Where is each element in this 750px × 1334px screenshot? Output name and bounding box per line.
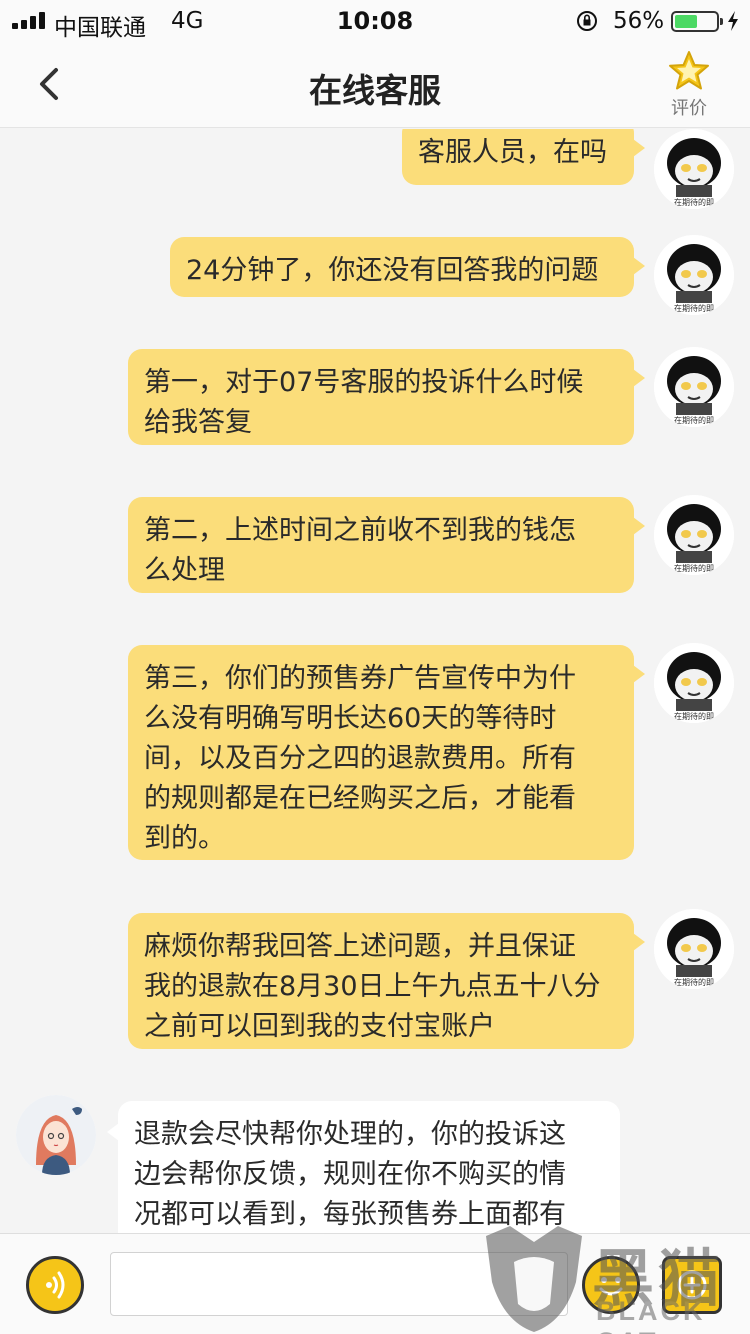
message-line: 间，以及百分之四的退款费用。所有 <box>144 743 576 774</box>
battery-percent: 56% <box>613 8 665 34</box>
avatar[interactable]: 在期待的即 <box>654 495 734 575</box>
message-line: 到的。 <box>144 823 225 854</box>
meme-face-icon: 在期待的即 <box>654 129 734 209</box>
message-bubble[interactable]: 24分钟了，你还没有回答我的问题 <box>170 237 645 297</box>
charging-icon <box>728 11 738 31</box>
message-line: 边会帮你反馈，规则在你不购买的情 <box>134 1159 566 1190</box>
meme-face-icon: 在期待的即 <box>654 643 734 723</box>
message-bubble[interactable]: 退款会尽快帮你处理的，你的投诉这 边会帮你反馈，规则在你不购买的情 况都可以看到… <box>107 1101 620 1233</box>
chat-area[interactable]: 客服人员，在吗 在期待的即 24分钟了，你还没有回答我的问题 在期待的即 第一，… <box>0 129 750 1233</box>
message-bubble[interactable]: 麻烦你帮我回答上述问题，并且保证 我的退款在8月30日上午九点五十八分 之前可以… <box>128 913 645 1049</box>
message-bubble[interactable]: 第一，对于07号客服的投诉什么时候 给我答复 <box>128 349 645 445</box>
avatar[interactable]: 在期待的即 <box>654 235 734 315</box>
message-line: 么处理 <box>144 555 225 586</box>
message-text: 客服人员，在吗 <box>418 137 607 168</box>
more-button[interactable] <box>662 1256 722 1314</box>
avatar[interactable]: 在期待的即 <box>654 909 734 989</box>
avatar-caption: 在期待的即 <box>674 197 714 207</box>
status-bar: 中国联通 4G 10:08 56% <box>0 0 750 42</box>
input-bar <box>0 1233 750 1334</box>
message-line: 第二，上述时间之前收不到我的钱怎 <box>144 515 576 546</box>
message-line: 退款会尽快帮你处理的，你的投诉这 <box>134 1119 566 1150</box>
avatar[interactable]: 在期待的即 <box>654 129 734 209</box>
message-line: 我的退款在8月30日上午九点五十八分 <box>144 971 601 1002</box>
avatar-caption: 在期待的即 <box>674 563 714 573</box>
rate-label: 评价 <box>671 98 707 119</box>
meme-face-icon: 在期待的即 <box>654 495 734 575</box>
avatar[interactable]: 在期待的即 <box>654 643 734 723</box>
meme-face-icon: 在期待的即 <box>654 347 734 427</box>
agent-avatar[interactable] <box>16 1095 96 1175</box>
smiley-icon <box>599 1277 623 1296</box>
message-line: 况都可以看到，每张预售券上面都有 <box>134 1199 566 1230</box>
message-line: 的规则都是在已经购买之后，才能看 <box>144 783 576 814</box>
avatar[interactable]: 在期待的即 <box>654 347 734 427</box>
message-text: 24分钟了，你还没有回答我的问题 <box>186 255 599 286</box>
plus-icon <box>677 1270 707 1300</box>
battery-icon <box>671 11 723 32</box>
orientation-lock-icon <box>577 11 597 31</box>
message-bubble[interactable]: 第二，上述时间之前收不到我的钱怎 么处理 <box>128 497 645 593</box>
avatar-caption: 在期待的即 <box>674 303 714 313</box>
star-icon <box>669 51 709 90</box>
message-input[interactable] <box>110 1252 568 1316</box>
message-bubble[interactable]: 第三，你们的预售券广告宣传中为什 么没有明确写明长达60天的等待时 间，以及百分… <box>128 645 645 860</box>
avatar-caption: 在期待的即 <box>674 977 714 987</box>
message-line: 么没有明确写明长达60天的等待时 <box>144 703 557 734</box>
avatar-caption: 在期待的即 <box>674 711 714 721</box>
battery-level <box>675 15 698 28</box>
voice-wave-icon <box>46 1271 65 1299</box>
message-line: 麻烦你帮我回答上述问题，并且保证 <box>144 931 576 962</box>
message-line: 第三，你们的预售券广告宣传中为什 <box>144 663 576 694</box>
message-line: 之前可以回到我的支付宝账户 <box>144 1011 495 1042</box>
meme-face-icon: 在期待的即 <box>654 909 734 989</box>
voice-button[interactable] <box>26 1256 84 1314</box>
page-title: 在线客服 <box>309 71 441 110</box>
rate-button[interactable]: 评价 <box>656 50 722 126</box>
avatar-caption: 在期待的即 <box>674 415 714 425</box>
nav-bar: 在线客服 评价 <box>0 42 750 128</box>
message-line: 第一，对于07号客服的投诉什么时候 <box>144 367 584 398</box>
meme-face-icon: 在期待的即 <box>654 235 734 315</box>
message-bubble[interactable]: 客服人员，在吗 <box>402 129 645 185</box>
message-line: 给我答复 <box>144 407 252 438</box>
girl-avatar-icon <box>16 1095 96 1175</box>
emoji-button[interactable] <box>582 1256 640 1314</box>
